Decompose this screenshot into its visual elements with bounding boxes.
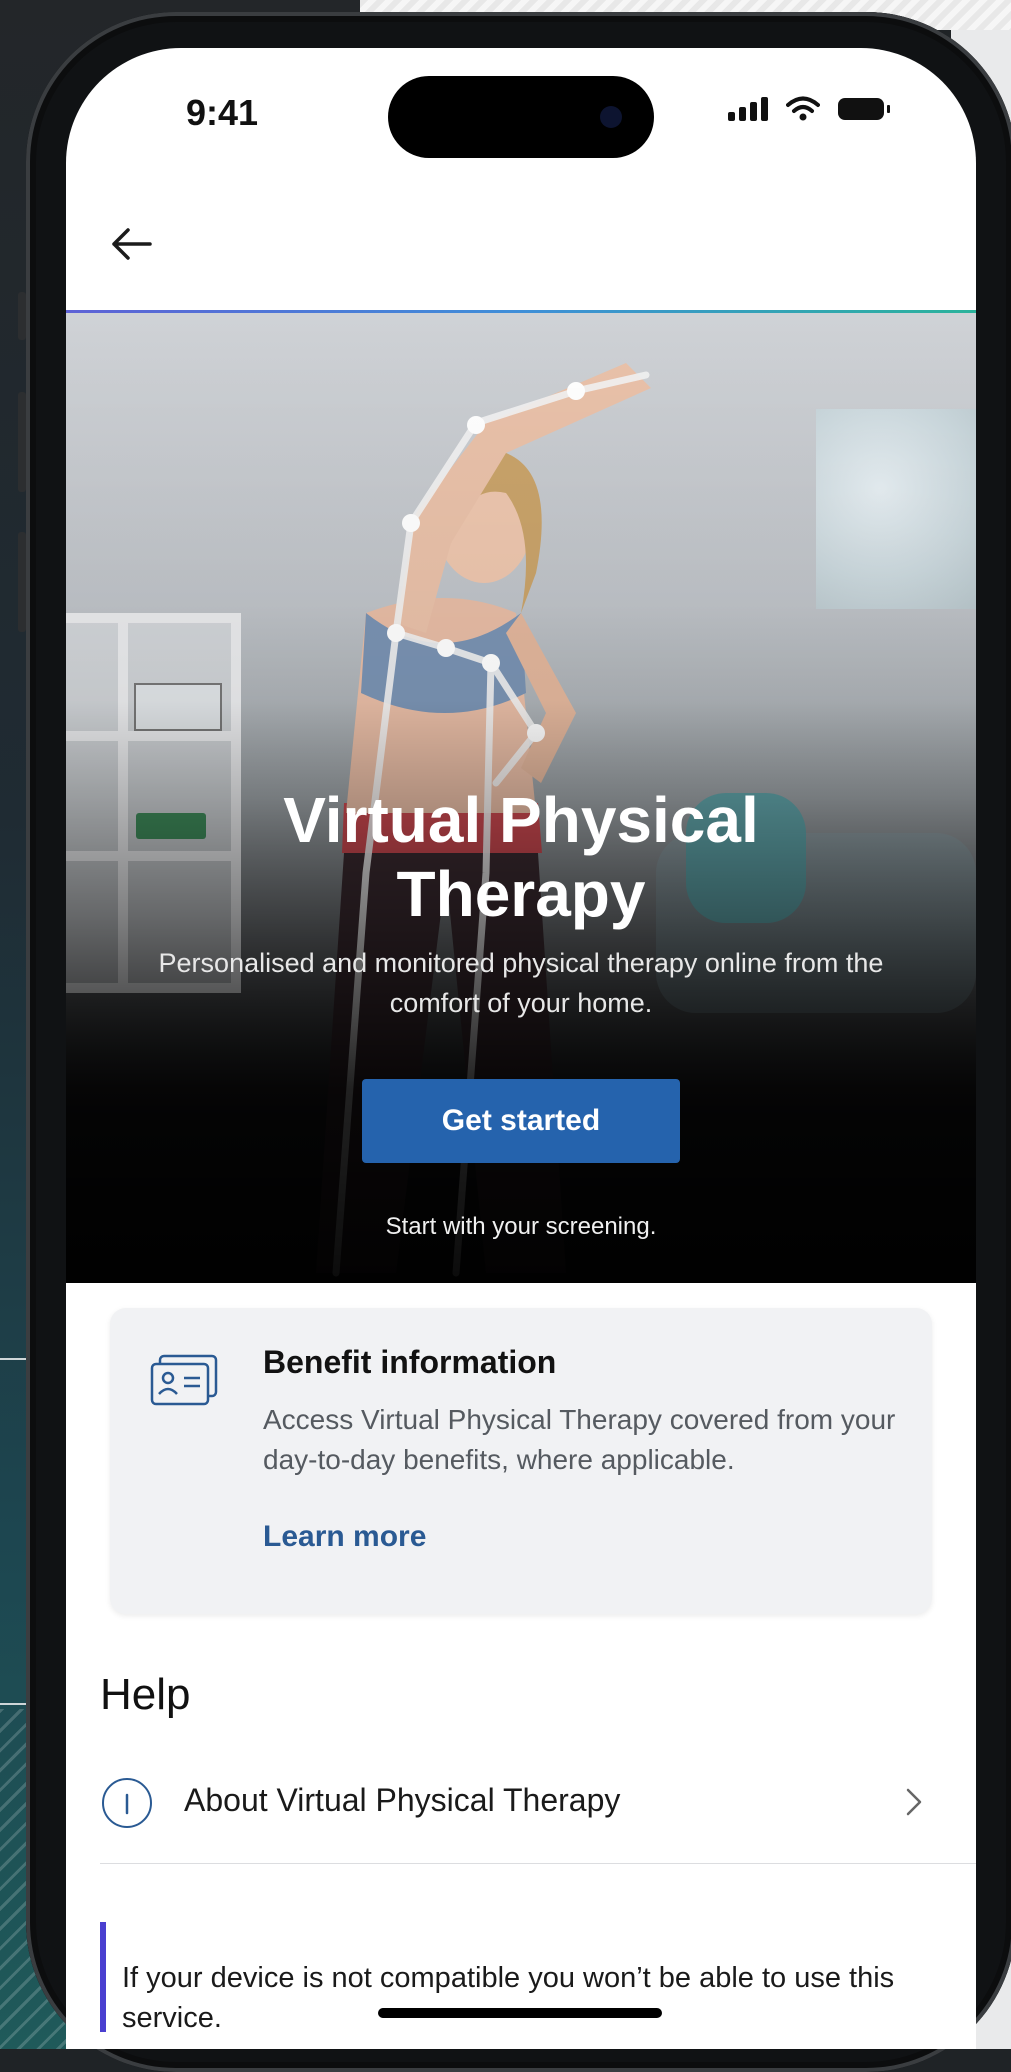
benefit-title: Benefit information: [263, 1344, 557, 1380]
hero-title: Virtual Physical Therapy: [66, 783, 976, 931]
hero-title-line: Therapy: [396, 858, 646, 930]
top-nav: [66, 188, 976, 310]
id-card-icon: [150, 1354, 218, 1406]
notice-accent-bar: [100, 1922, 106, 2032]
arrow-left-icon[interactable]: [104, 218, 160, 270]
status-time: 9:41: [186, 92, 259, 133]
status-icons: [728, 96, 890, 122]
chevron-right-icon: [906, 1788, 922, 1816]
phone-volume-down: [18, 532, 26, 632]
signal-icon: [728, 97, 768, 121]
info-circle-icon: [102, 1778, 152, 1828]
benefit-description: Access Virtual Physical Therapy covered …: [263, 1404, 896, 1475]
app-screen: 9:41 Virtual Physical Therapy Personalis…: [66, 48, 976, 2049]
learn-more-link[interactable]: Learn more: [263, 1520, 426, 1554]
notice-text: If your device is not compatible you won…: [122, 1962, 895, 2034]
compatibility-notice: If your device is not compatible you won…: [100, 1922, 976, 2049]
status-bar: 9:41: [66, 48, 976, 188]
phone-volume-up: [18, 392, 26, 492]
dynamic-island: [388, 76, 654, 158]
camera-icon: [600, 106, 622, 128]
hero-banner: Virtual Physical Therapy Personalised an…: [66, 313, 976, 1283]
get-started-button[interactable]: Get started: [362, 1079, 680, 1163]
benefit-info-card: Benefit information Access Virtual Physi…: [110, 1308, 932, 1614]
home-indicator[interactable]: [378, 2008, 662, 2018]
help-item-about[interactable]: About Virtual Physical Therapy: [66, 1762, 976, 1846]
hero-subtitle: Personalised and monitored physical ther…: [158, 948, 884, 1018]
wifi-icon: [786, 96, 820, 121]
cta-note: Start with your screening.: [385, 1213, 657, 1240]
help-divider: [100, 1863, 976, 1864]
hero-title-line: Virtual Physical: [283, 784, 759, 856]
help-heading: Help: [100, 1670, 191, 1719]
help-item-label: About Virtual Physical Therapy: [184, 1782, 621, 1818]
phone-side-button: [18, 292, 26, 340]
battery-icon: [838, 98, 890, 120]
